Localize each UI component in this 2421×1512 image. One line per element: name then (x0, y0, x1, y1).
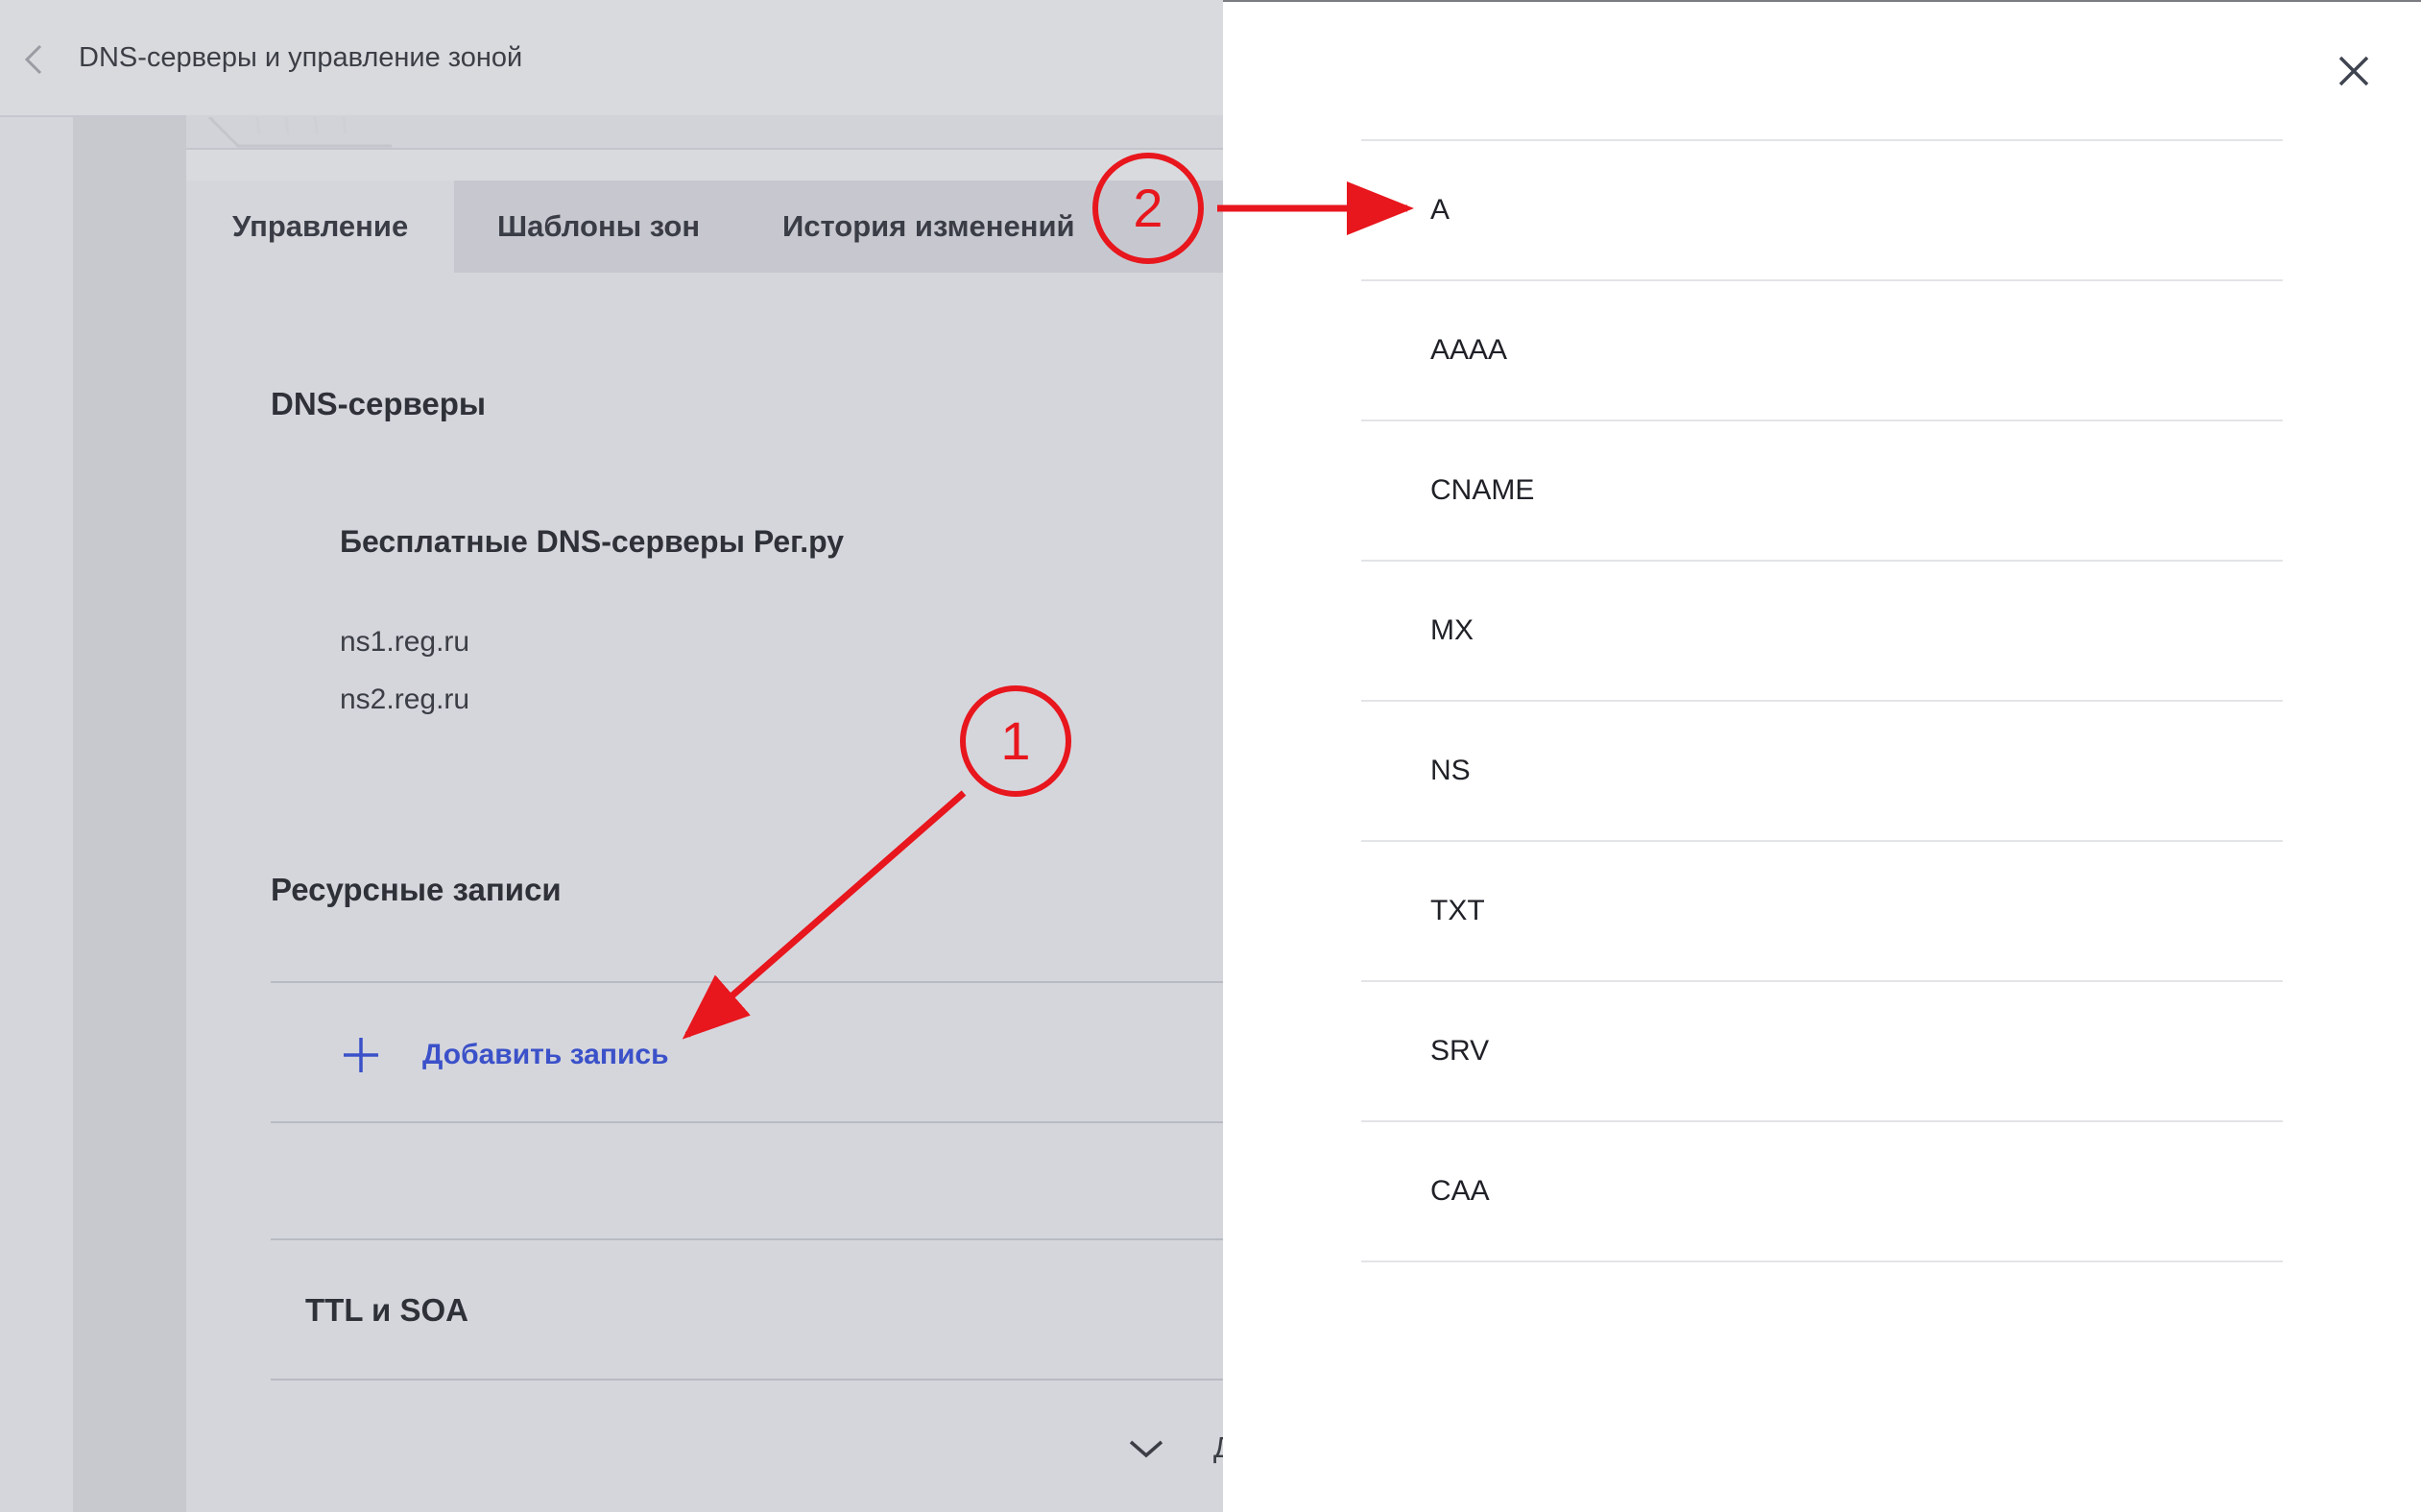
tab-management[interactable]: Управление (186, 180, 455, 273)
illustration-fragment (207, 117, 392, 148)
tab-change-history[interactable]: История изменений (736, 180, 1121, 273)
page-title: DNS-серверы и управление зоной (79, 42, 523, 73)
add-record-button[interactable]: Добавить запись (340, 1031, 669, 1079)
content-gutter (73, 117, 186, 1512)
dns-servers-group-title: Бесплатные DNS-серверы Рег.ру (340, 524, 845, 559)
close-icon[interactable] (2335, 52, 2373, 90)
record-type-mx[interactable]: MX (1361, 562, 2283, 702)
record-type-aaaa[interactable]: AAAA (1361, 281, 2283, 421)
resource-records-title: Ресурсные записи (271, 872, 562, 907)
record-type-caa[interactable]: CAA (1361, 1122, 2283, 1262)
record-type-txt[interactable]: TXT (1361, 842, 2283, 982)
divider (271, 981, 1223, 983)
divider (271, 1121, 1223, 1123)
add-record-label: Добавить запись (422, 1039, 669, 1070)
sidebar-strip (0, 117, 73, 1512)
nameserver-1: ns1.reg.ru (340, 626, 470, 658)
drawer-top-border (1223, 0, 2421, 2)
record-type-cname[interactable]: CNAME (1361, 421, 2283, 562)
tab-zone-templates[interactable]: Шаблоны зон (451, 180, 746, 273)
record-type-list: A AAAA CNAME MX NS TXT SRV CAA (1361, 139, 2283, 1262)
record-type-a[interactable]: A (1361, 141, 2283, 281)
record-type-srv[interactable]: SRV (1361, 982, 2283, 1122)
annotation-number-1: 1 (1000, 710, 1031, 771)
divider (271, 1238, 1223, 1240)
dns-servers-title: DNS-серверы (271, 386, 487, 421)
nameserver-2: ns2.reg.ru (340, 684, 470, 715)
page: DNS-серверы и управление зоной Управлени… (0, 0, 2421, 1512)
chevron-left-icon[interactable] (17, 40, 52, 79)
record-type-ns[interactable]: NS (1361, 702, 2283, 842)
annotation-number-2: 2 (1133, 178, 1163, 238)
plus-icon (344, 1038, 378, 1072)
divider (271, 1379, 1223, 1380)
chevron-down-icon[interactable] (1127, 1436, 1165, 1461)
header-bar: DNS-серверы и управление зоной (0, 0, 1223, 117)
ttl-soa-title[interactable]: TTL и SOA (305, 1292, 468, 1329)
